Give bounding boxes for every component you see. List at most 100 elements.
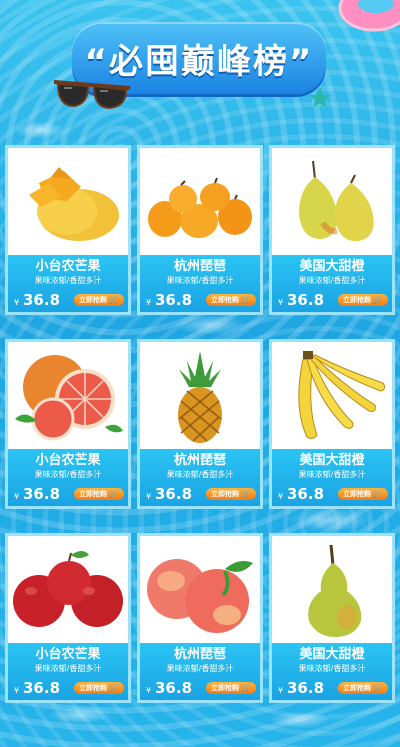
product-card[interactable]: 美国大甜橙 果味浓郁/香甜多汁 ¥ 36.8 立即抢购 🛒 bbox=[269, 339, 395, 509]
buy-now-button[interactable]: 立即抢购 🛒 bbox=[206, 488, 256, 500]
starfish-icon bbox=[309, 87, 331, 108]
price-row: ¥ 36.8 立即抢购 🛒 bbox=[278, 679, 388, 697]
product-desc: 果味浓郁/香甜多汁 bbox=[166, 470, 234, 479]
product-info: 小台农芒果 果味浓郁/香甜多汁 ¥ 36.8 立即抢购 🛒 bbox=[8, 255, 128, 312]
cart-icon: 🛒 bbox=[109, 489, 119, 498]
buy-now-label: 立即抢购 bbox=[343, 490, 372, 498]
currency-symbol: ¥ bbox=[146, 492, 152, 501]
cart-icon: 🛒 bbox=[241, 683, 251, 692]
price-row: ¥ 36.8 立即抢购 🛒 bbox=[146, 679, 256, 697]
product-image bbox=[140, 342, 260, 449]
product-info: 小台农芒果 果味浓郁/香甜多汁 ¥ 36.8 立即抢购 🛒 bbox=[8, 449, 128, 506]
product-card[interactable]: 小台农芒果 果味浓郁/香甜多汁 ¥ 36.8 立即抢购 🛒 bbox=[5, 339, 131, 509]
sunglasses-icon bbox=[53, 80, 131, 110]
price-row: ¥ 36.8 立即抢购 🛒 bbox=[278, 291, 388, 309]
product-price: 36.8 bbox=[287, 291, 325, 309]
product-name: 杭州琵琶 bbox=[173, 259, 226, 274]
product-desc: 果味浓郁/香甜多汁 bbox=[34, 664, 102, 673]
buy-now-button[interactable]: 立即抢购 🛒 bbox=[74, 488, 124, 500]
buy-now-label: 立即抢购 bbox=[211, 490, 240, 498]
product-price: 36.8 bbox=[155, 485, 193, 503]
price-row: ¥ 36.8 立即抢购 🛒 bbox=[146, 485, 256, 503]
price-row: ¥ 36.8 立即抢购 🛒 bbox=[14, 679, 124, 697]
product-card[interactable]: 小台农芒果 果味浓郁/香甜多汁 ¥ 36.8 立即抢购 🛒 bbox=[5, 533, 131, 703]
product-card[interactable]: 美国大甜橙 果味浓郁/香甜多汁 ¥ 36.8 立即抢购 🛒 bbox=[269, 145, 395, 315]
product-name: 美国大甜橙 bbox=[299, 453, 365, 468]
currency-symbol: ¥ bbox=[14, 686, 20, 695]
product-image bbox=[140, 536, 260, 643]
product-image bbox=[8, 342, 128, 449]
buy-now-button[interactable]: 立即抢购 🛒 bbox=[338, 488, 388, 500]
product-price: 36.8 bbox=[23, 485, 61, 503]
product-desc: 果味浓郁/香甜多汁 bbox=[298, 470, 366, 479]
buy-now-button[interactable]: 立即抢购 🛒 bbox=[338, 682, 388, 694]
swim-ring-icon bbox=[338, 0, 400, 32]
currency-symbol: ¥ bbox=[14, 492, 20, 501]
product-name: 美国大甜橙 bbox=[299, 259, 365, 274]
product-desc: 果味浓郁/香甜多汁 bbox=[166, 664, 234, 673]
product-info: 杭州琵琶 果味浓郁/香甜多汁 ¥ 36.8 立即抢购 🛒 bbox=[140, 255, 260, 312]
price-row: ¥ 36.8 立即抢购 🛒 bbox=[146, 291, 256, 309]
buy-now-button[interactable]: 立即抢购 🛒 bbox=[206, 682, 256, 694]
buy-now-button[interactable]: 立即抢购 🛒 bbox=[74, 294, 124, 306]
product-info: 小台农芒果 果味浓郁/香甜多汁 ¥ 36.8 立即抢购 🛒 bbox=[8, 643, 128, 700]
product-card[interactable]: 杭州琵琶 果味浓郁/香甜多汁 ¥ 36.8 立即抢购 🛒 bbox=[137, 533, 263, 703]
cart-icon: 🛒 bbox=[241, 295, 251, 304]
product-image bbox=[272, 536, 392, 643]
buy-now-button[interactable]: 立即抢购 🛒 bbox=[74, 682, 124, 694]
product-card[interactable]: 美国大甜橙 果味浓郁/香甜多汁 ¥ 36.8 立即抢购 🛒 bbox=[269, 533, 395, 703]
price-row: ¥ 36.8 立即抢购 🛒 bbox=[14, 291, 124, 309]
product-info: 美国大甜橙 果味浓郁/香甜多汁 ¥ 36.8 立即抢购 🛒 bbox=[272, 255, 392, 312]
product-name: 杭州琵琶 bbox=[173, 647, 226, 662]
buy-now-label: 立即抢购 bbox=[343, 684, 372, 692]
cart-icon: 🛒 bbox=[373, 683, 383, 692]
product-info: 美国大甜橙 果味浓郁/香甜多汁 ¥ 36.8 立即抢购 🛒 bbox=[272, 643, 392, 700]
apple-icon bbox=[13, 550, 123, 627]
product-desc: 果味浓郁/香甜多汁 bbox=[166, 276, 234, 285]
product-name: 小台农芒果 bbox=[35, 259, 101, 274]
product-price: 36.8 bbox=[287, 679, 325, 697]
product-name: 杭州琵琶 bbox=[173, 453, 226, 468]
mango-icon bbox=[29, 166, 119, 241]
currency-symbol: ¥ bbox=[146, 298, 152, 307]
product-name: 小台农芒果 bbox=[35, 453, 101, 468]
buy-now-label: 立即抢购 bbox=[79, 684, 108, 692]
cart-icon: 🛒 bbox=[373, 489, 383, 498]
product-desc: 果味浓郁/香甜多汁 bbox=[298, 276, 366, 285]
loquat-icon bbox=[148, 177, 252, 238]
product-price: 36.8 bbox=[23, 291, 61, 309]
product-image bbox=[8, 148, 128, 255]
product-card[interactable]: 小台农芒果 果味浓郁/香甜多汁 ¥ 36.8 立即抢购 🛒 bbox=[5, 145, 131, 315]
product-card[interactable]: 杭州琵琶 果味浓郁/香甜多汁 ¥ 36.8 立即抢购 🛒 bbox=[137, 145, 263, 315]
buy-now-button[interactable]: 立即抢购 🛒 bbox=[338, 294, 388, 306]
product-desc: 果味浓郁/香甜多汁 bbox=[34, 470, 102, 479]
price-row: ¥ 36.8 立即抢购 🛒 bbox=[278, 485, 388, 503]
buy-now-label: 立即抢购 bbox=[211, 684, 240, 692]
product-image bbox=[272, 342, 392, 449]
currency-symbol: ¥ bbox=[278, 492, 284, 501]
product-card[interactable]: 杭州琵琶 果味浓郁/香甜多汁 ¥ 36.8 立即抢购 🛒 bbox=[137, 339, 263, 509]
product-info: 杭州琵琶 果味浓郁/香甜多汁 ¥ 36.8 立即抢购 🛒 bbox=[140, 449, 260, 506]
currency-symbol: ¥ bbox=[146, 686, 152, 695]
product-price: 36.8 bbox=[155, 679, 193, 697]
buy-now-button[interactable]: 立即抢购 🛒 bbox=[206, 294, 256, 306]
product-image bbox=[140, 148, 260, 255]
product-name: 小台农芒果 bbox=[35, 647, 101, 662]
pear-icon bbox=[299, 160, 374, 241]
product-desc: 果味浓郁/香甜多汁 bbox=[34, 276, 102, 285]
cart-icon: 🛒 bbox=[109, 295, 119, 304]
buy-now-label: 立即抢购 bbox=[211, 296, 240, 304]
banana-icon bbox=[298, 350, 386, 439]
product-price: 36.8 bbox=[155, 291, 193, 309]
product-info: 美国大甜橙 果味浓郁/香甜多汁 ¥ 36.8 立即抢购 🛒 bbox=[272, 449, 392, 506]
buy-now-label: 立即抢购 bbox=[343, 296, 372, 304]
pineapple-icon bbox=[178, 350, 222, 443]
product-info: 杭州琵琶 果味浓郁/香甜多汁 ¥ 36.8 立即抢购 🛒 bbox=[140, 643, 260, 700]
currency-symbol: ¥ bbox=[14, 298, 20, 307]
product-name: 美国大甜橙 bbox=[299, 647, 365, 662]
price-row: ¥ 36.8 立即抢购 🛒 bbox=[14, 485, 124, 503]
buy-now-label: 立即抢购 bbox=[79, 490, 108, 498]
product-image bbox=[272, 148, 392, 255]
pear-icon bbox=[308, 544, 362, 637]
product-desc: 果味浓郁/香甜多汁 bbox=[298, 664, 366, 673]
